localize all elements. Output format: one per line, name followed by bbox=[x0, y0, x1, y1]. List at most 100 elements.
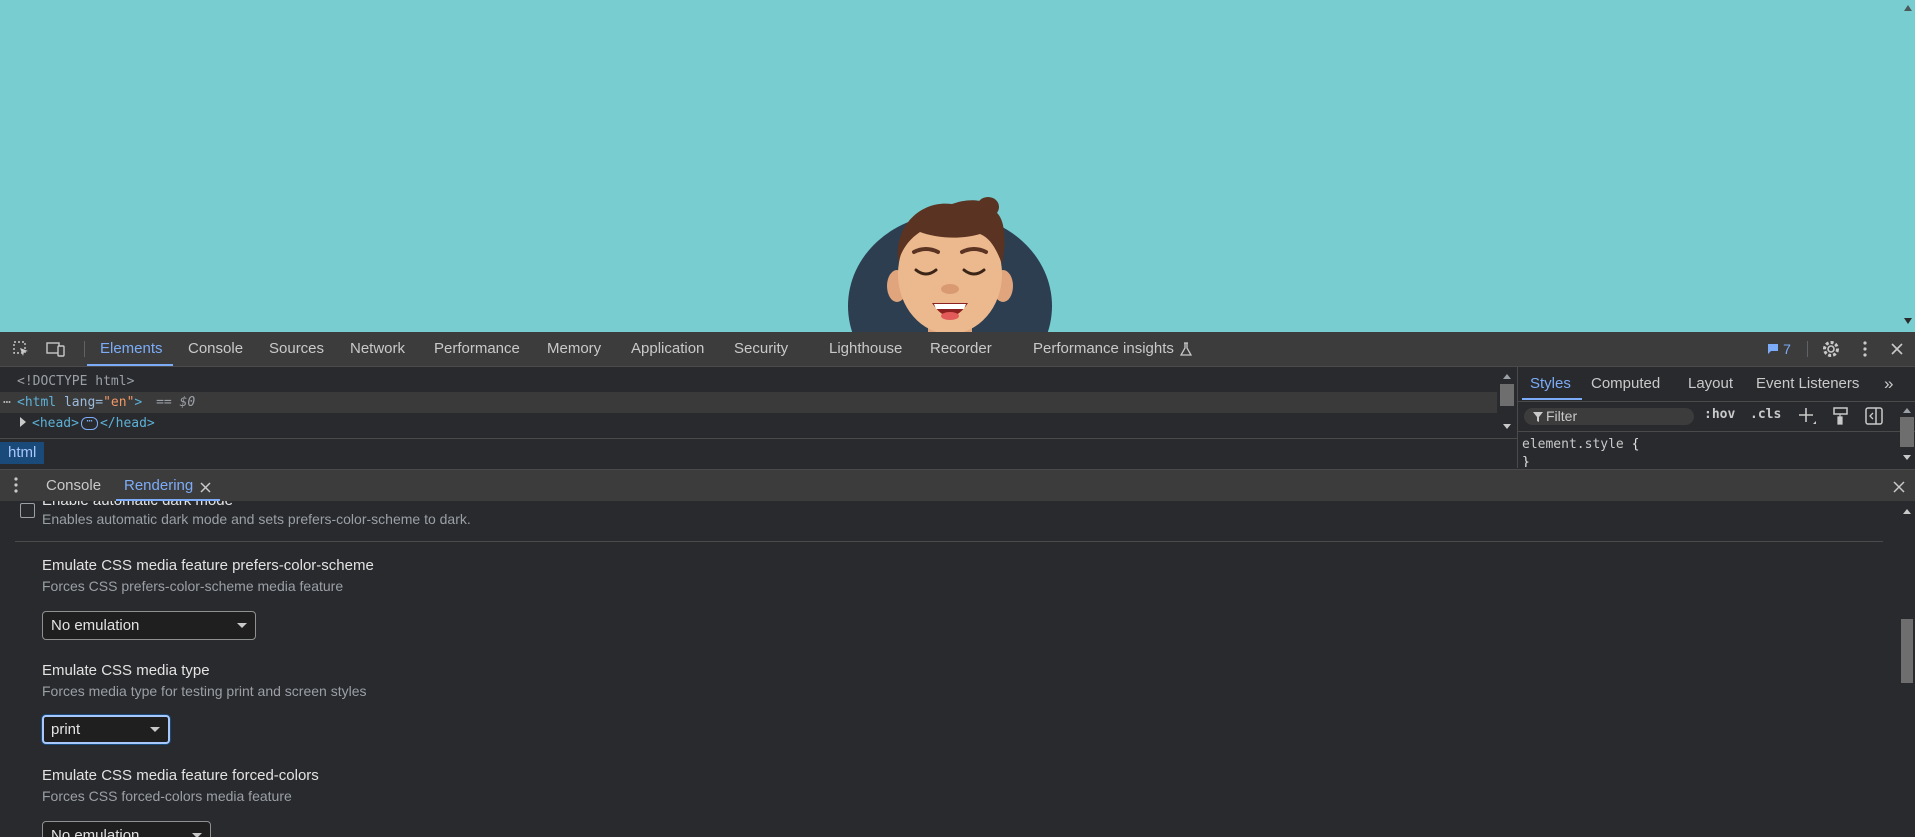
style-selector: element.style bbox=[1522, 437, 1624, 452]
inspect-element-icon[interactable] bbox=[7, 332, 35, 366]
head-node[interactable]: <head> ⋯ </head> bbox=[20, 413, 155, 434]
html-tag-close: > bbox=[134, 395, 143, 410]
scroll-up-arrow[interactable] bbox=[1503, 374, 1511, 379]
element-state-brush-icon[interactable] bbox=[1833, 407, 1849, 430]
drawer-tab-rendering[interactable]: Rendering bbox=[124, 470, 193, 501]
forced-colors-description: Forces CSS forced-colors media feature bbox=[42, 788, 292, 804]
close-drawer-icon[interactable] bbox=[1893, 480, 1905, 498]
styles-filter-divider bbox=[1518, 431, 1915, 432]
head-tag-close: </head> bbox=[99, 416, 155, 431]
element-style-rule[interactable]: element.style { bbox=[1522, 437, 1639, 452]
styles-filter[interactable]: Filter bbox=[1524, 408, 1694, 425]
media-type-select[interactable]: print bbox=[42, 715, 170, 744]
styles-pane: Styles Computed Layout Event Listeners »… bbox=[1517, 367, 1915, 468]
breadcrumb: html bbox=[0, 438, 1517, 469]
tab-computed[interactable]: Computed bbox=[1591, 367, 1660, 401]
tab-memory[interactable]: Memory bbox=[547, 332, 601, 366]
scroll-up-arrow[interactable] bbox=[1903, 408, 1911, 413]
issues-message-icon bbox=[1768, 344, 1779, 354]
expand-triangle-icon[interactable] bbox=[20, 417, 26, 427]
styles-tab-underline bbox=[1522, 398, 1582, 400]
scroll-up-arrow[interactable] bbox=[1903, 509, 1911, 514]
style-brace-open: { bbox=[1631, 437, 1640, 452]
styles-header-divider bbox=[1518, 401, 1915, 402]
drawer-tabbar: Console Rendering bbox=[0, 469, 1915, 502]
tab-performance-insights[interactable]: Performance insights bbox=[1033, 332, 1174, 366]
html-attr-value: "en" bbox=[103, 395, 135, 410]
chevron-down-icon bbox=[150, 727, 160, 732]
device-toolbar-icon[interactable] bbox=[42, 332, 70, 366]
select-value: print bbox=[51, 721, 81, 738]
scroll-thumb[interactable] bbox=[1500, 384, 1514, 406]
tab-sources[interactable]: Sources bbox=[269, 332, 324, 366]
page-viewport bbox=[0, 0, 1915, 332]
prefers-color-scheme-select[interactable]: No emulation bbox=[42, 611, 256, 640]
select-value: No emulation bbox=[51, 617, 140, 634]
rendering-scrollbar[interactable] bbox=[1899, 501, 1915, 837]
toolbar-divider-right bbox=[1807, 341, 1808, 357]
scroll-up-arrow[interactable] bbox=[1904, 5, 1912, 11]
collapsed-ellipsis-icon[interactable]: ⋯ bbox=[80, 417, 98, 430]
toolbar-divider bbox=[84, 341, 85, 357]
tab-performance[interactable]: Performance bbox=[434, 332, 520, 366]
breadcrumb-item-html[interactable]: html bbox=[0, 442, 45, 464]
experiment-flask-icon bbox=[1178, 332, 1194, 366]
select-value: No emulation bbox=[51, 827, 140, 837]
issues-badge[interactable]: 7 bbox=[1762, 332, 1796, 366]
color-scheme-title: Emulate CSS media feature prefers-color-… bbox=[42, 557, 374, 574]
html-node-selected[interactable]: … <html lang="en"> == $0 bbox=[0, 392, 1497, 413]
settings-gear-icon[interactable] bbox=[1817, 332, 1845, 366]
doctype-node[interactable]: <!DOCTYPE html> bbox=[17, 371, 134, 392]
tab-network[interactable]: Network bbox=[350, 332, 405, 366]
tab-recorder[interactable]: Recorder bbox=[930, 332, 992, 366]
drawer-tab-console[interactable]: Console bbox=[46, 470, 101, 501]
issues-count: 7 bbox=[1783, 341, 1791, 357]
scroll-thumb[interactable] bbox=[1900, 417, 1914, 447]
viewport-scrollbar[interactable] bbox=[1901, 0, 1915, 332]
html-tag-open: <html bbox=[17, 395, 57, 410]
media-type-description: Forces media type for testing print and … bbox=[42, 683, 367, 699]
avatar-illustration bbox=[848, 197, 1052, 332]
doctype-text: <!DOCTYPE html> bbox=[17, 374, 135, 389]
chevron-down-icon bbox=[237, 623, 247, 628]
scroll-down-arrow[interactable] bbox=[1503, 424, 1511, 429]
ellipsis-icon: … bbox=[3, 392, 11, 407]
tab-layout[interactable]: Layout bbox=[1688, 367, 1733, 401]
html-attr-name: lang bbox=[63, 395, 96, 410]
styles-scrollbar[interactable] bbox=[1898, 401, 1915, 468]
scroll-down-arrow[interactable] bbox=[1904, 318, 1912, 324]
filter-placeholder: Filter bbox=[1546, 408, 1578, 424]
drawer-menu-icon[interactable] bbox=[14, 477, 18, 498]
tab-event-listeners[interactable]: Event Listeners bbox=[1756, 367, 1859, 401]
toggle-sidebar-icon[interactable] bbox=[1865, 407, 1883, 430]
devtools-toolbar: Elements Console Sources Network Perform… bbox=[0, 332, 1915, 367]
scroll-thumb[interactable] bbox=[1901, 619, 1913, 683]
close-rendering-tab-icon[interactable] bbox=[200, 480, 211, 498]
new-style-rule-icon[interactable] bbox=[1798, 407, 1818, 432]
elements-scrollbar[interactable] bbox=[1497, 367, 1517, 437]
dark-mode-description: Enables automatic dark mode and sets pre… bbox=[42, 511, 471, 527]
rendering-panel: Enable automatic dark mode Enables autom… bbox=[0, 501, 1899, 837]
tab-elements[interactable]: Elements bbox=[100, 332, 163, 366]
tab-security[interactable]: Security bbox=[734, 332, 788, 366]
more-tabs-icon[interactable]: » bbox=[1884, 367, 1893, 401]
scroll-down-arrow[interactable] bbox=[1903, 455, 1911, 460]
selected-marker: == $0 bbox=[156, 395, 196, 410]
color-scheme-description: Forces CSS prefers-color-scheme media fe… bbox=[42, 578, 344, 594]
hov-button[interactable]: :hov bbox=[1704, 407, 1735, 422]
forced-colors-select[interactable]: No emulation bbox=[42, 821, 211, 837]
dark-mode-checkbox[interactable] bbox=[20, 503, 35, 518]
style-brace-close: } bbox=[1522, 455, 1530, 467]
elements-tree: <!DOCTYPE html> … <html lang="en"> == $0… bbox=[0, 367, 1517, 438]
active-tab-underline bbox=[87, 364, 173, 366]
section-divider bbox=[15, 541, 1883, 542]
close-devtools-icon[interactable] bbox=[1883, 332, 1911, 366]
tab-lighthouse[interactable]: Lighthouse bbox=[829, 332, 902, 366]
tab-console[interactable]: Console bbox=[188, 332, 243, 366]
cls-button[interactable]: .cls bbox=[1750, 407, 1781, 422]
more-options-icon[interactable] bbox=[1851, 332, 1879, 366]
media-type-title: Emulate CSS media type bbox=[42, 662, 210, 679]
tab-styles[interactable]: Styles bbox=[1530, 367, 1571, 401]
filter-icon bbox=[1533, 412, 1543, 422]
tab-application[interactable]: Application bbox=[631, 332, 704, 366]
